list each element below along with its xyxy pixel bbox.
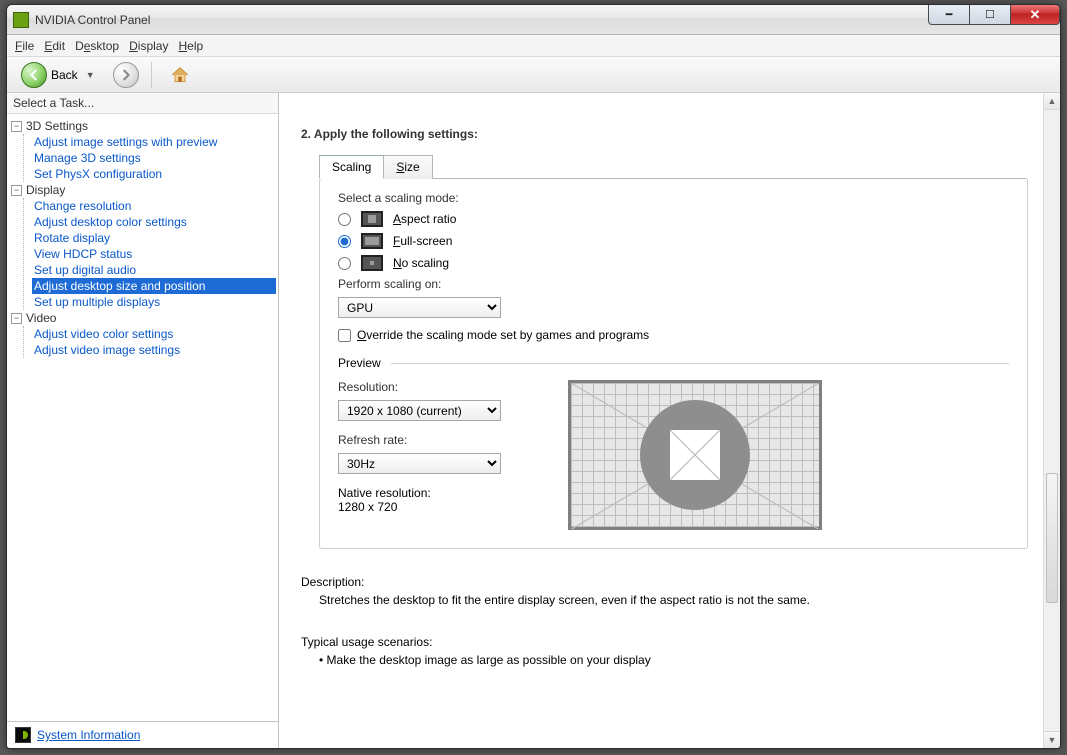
radio-noscaling-label: No scaling [393,256,449,270]
toolbar-separator [151,62,152,88]
preview-header: Preview [338,356,381,370]
aspect-icon [361,211,383,227]
tree-video-image[interactable]: Adjust video image settings [32,342,276,358]
forward-button[interactable] [113,62,139,88]
system-information-link[interactable]: System Information [37,728,140,742]
refresh-select[interactable]: 30Hz [338,453,501,474]
menu-edit[interactable]: Edit [44,39,65,53]
collapse-icon[interactable]: − [11,121,22,132]
resolution-label: Resolution: [338,380,528,394]
radio-aspect-input[interactable] [338,213,351,226]
window-title: NVIDIA Control Panel [35,13,150,27]
content: 2. Apply the following settings: Scaling… [279,93,1060,748]
typical-label: Typical usage scenarios: [301,635,1028,649]
override-checkbox[interactable] [338,329,351,342]
noscaling-icon [361,255,383,271]
tree-cat-3d[interactable]: −3D Settings [9,118,276,134]
preview-center [670,430,720,480]
minimize-icon: ━ [946,8,953,21]
menu-file[interactable]: File [15,39,34,53]
tree-digital-audio[interactable]: Set up digital audio [32,262,276,278]
description-label: Description: [301,575,1028,589]
radio-fullscreen-input[interactable] [338,235,351,248]
tree-physx[interactable]: Set PhysX configuration [32,166,276,182]
home-button[interactable] [164,63,196,87]
native-block: Native resolution: 1280 x 720 [338,486,528,514]
preview-divider: Preview [338,356,1009,370]
tree-change-resolution[interactable]: Change resolution [32,198,276,214]
preview-image [568,380,822,530]
back-button[interactable]: Back ▼ [15,60,105,90]
tree-size-position[interactable]: Adjust desktop size and position [32,278,276,294]
back-icon [21,62,47,88]
override-row[interactable]: Override the scaling mode set by games a… [338,328,1009,342]
forward-icon [119,68,133,82]
scroll-up-icon[interactable]: ▲ [1044,93,1060,110]
radio-aspect-label: Aspect ratio [393,212,456,226]
close-icon: ✕ [1030,7,1041,23]
tree-hdcp[interactable]: View HDCP status [32,246,276,262]
radio-noscaling[interactable]: No scaling [338,255,1009,271]
step-title: 2. Apply the following settings: [301,127,1028,141]
sidebar-header: Select a Task... [7,93,278,114]
app-window: NVIDIA Control Panel ━ ☐ ✕ File Edit Des… [6,4,1061,749]
tree-video-color[interactable]: Adjust video color settings [32,326,276,342]
scroll-thumb[interactable] [1046,473,1058,603]
tab-scaling[interactable]: Scaling [319,155,384,179]
collapse-icon[interactable]: − [11,185,22,196]
sidebar: Select a Task... −3D Settings Adjust ima… [7,93,279,748]
minimize-button[interactable]: ━ [928,5,970,25]
toolbar: Back ▼ [7,57,1060,93]
back-label: Back [51,68,78,82]
tabpanel: Select a scaling mode: Aspect ratio Full… [319,178,1028,549]
collapse-icon[interactable]: − [11,313,22,324]
tree-multi-display[interactable]: Set up multiple displays [32,294,276,310]
override-label: Override the scaling mode set by games a… [357,328,649,342]
app-icon [13,12,29,28]
tree-rotate-display[interactable]: Rotate display [32,230,276,246]
radio-fullscreen[interactable]: Full-screen [338,233,1009,249]
tab-size[interactable]: Size [383,155,432,179]
titlebar: NVIDIA Control Panel ━ ☐ ✕ [7,5,1060,35]
home-icon [170,65,190,85]
vertical-scrollbar[interactable]: ▲ ▼ [1043,93,1060,748]
maximize-button[interactable]: ☐ [969,5,1011,25]
menu-help[interactable]: Help [178,39,203,53]
tree-manage-3d[interactable]: Manage 3D settings [32,150,276,166]
perform-on-label: Perform scaling on: [338,277,1009,291]
window-buttons: ━ ☐ ✕ [929,5,1060,25]
back-dropdown[interactable]: ▼ [82,70,99,80]
refresh-label: Refresh rate: [338,433,528,447]
main-area: Select a Task... −3D Settings Adjust ima… [7,93,1060,748]
menu-desktop[interactable]: Desktop [75,39,119,53]
sysinfo-bar: System Information [7,721,278,748]
fullscreen-icon [361,233,383,249]
tree-adjust-color[interactable]: Adjust desktop color settings [32,214,276,230]
tree-cat-video[interactable]: −Video [9,310,276,326]
description-block: Description: Stretches the desktop to fi… [301,575,1028,607]
task-tree: −3D Settings Adjust image settings with … [7,114,278,721]
tabs: Scaling Size [319,154,1028,178]
description-text: Stretches the desktop to fit the entire … [319,593,1028,607]
radio-fullscreen-label: Full-screen [393,234,452,248]
tree-cat-display[interactable]: −Display [9,182,276,198]
menubar: File Edit Desktop Display Help [7,35,1060,57]
close-button[interactable]: ✕ [1010,5,1060,25]
scaling-mode-label: Select a scaling mode: [338,191,1009,205]
resolution-select[interactable]: 1920 x 1080 (current) [338,400,501,421]
menu-display[interactable]: Display [129,39,168,53]
nvidia-icon [15,727,31,743]
maximize-icon: ☐ [985,8,995,21]
radio-aspect[interactable]: Aspect ratio [338,211,1009,227]
scroll-down-icon[interactable]: ▼ [1044,731,1060,748]
native-label: Native resolution: [338,486,528,500]
tree-adjust-image-preview[interactable]: Adjust image settings with preview [32,134,276,150]
perform-on-select[interactable]: GPU [338,297,501,318]
radio-noscaling-input[interactable] [338,257,351,270]
native-value: 1280 x 720 [338,500,528,514]
typical-item: Make the desktop image as large as possi… [319,653,1028,667]
typical-block: Typical usage scenarios: Make the deskto… [301,635,1028,667]
